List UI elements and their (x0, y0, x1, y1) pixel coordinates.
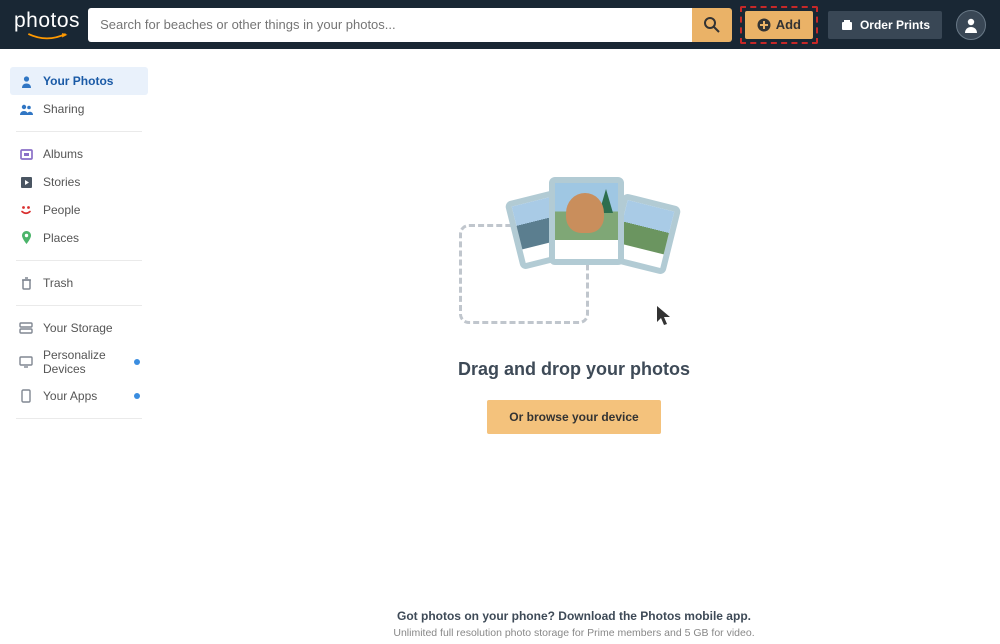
sidebar-item-label: Sharing (43, 102, 84, 116)
divider (16, 260, 142, 261)
browse-device-button[interactable]: Or browse your device (487, 400, 660, 434)
sidebar-item-people[interactable]: People (10, 196, 148, 224)
sidebar-item-label: Stories (43, 175, 80, 189)
search-bar (88, 8, 732, 42)
divider (16, 418, 142, 419)
sidebar-item-your-storage[interactable]: Your Storage (10, 314, 148, 342)
album-icon (18, 146, 34, 162)
sidebar-item-label: Personalize Devices (43, 348, 140, 376)
account-avatar[interactable] (956, 10, 986, 40)
app-header: photos Add Order Prints (0, 0, 1000, 49)
sample-photo-center (549, 177, 624, 265)
sidebar-item-label: People (43, 203, 80, 217)
footer-promo: Got photos on your phone? Download the P… (393, 609, 754, 639)
drop-title: Drag and drop your photos (458, 359, 690, 380)
pin-icon (18, 230, 34, 246)
sidebar-item-label: Your Photos (43, 74, 113, 88)
notification-dot (134, 359, 140, 365)
sidebar-item-your-photos[interactable]: Your Photos (10, 67, 148, 95)
divider (16, 305, 142, 306)
plus-circle-icon (757, 18, 771, 32)
sidebar-item-places[interactable]: Places (10, 224, 148, 252)
logo-text: photos (14, 9, 80, 33)
notification-dot (134, 393, 140, 399)
highlight-annotation: Add (740, 6, 818, 44)
face-icon (18, 202, 34, 218)
add-button-label: Add (776, 17, 801, 32)
sidebar-item-label: Your Storage (43, 321, 113, 335)
sidebar-item-label: Trash (43, 276, 73, 290)
trash-icon (18, 275, 34, 291)
sidebar-item-trash[interactable]: Trash (10, 269, 148, 297)
phone-icon (18, 388, 34, 404)
person-icon (962, 16, 980, 34)
desktop-icon (18, 354, 34, 370)
footer-subtitle: Unlimited full resolution photo storage … (393, 627, 754, 639)
drop-illustration (454, 169, 694, 339)
prints-icon (840, 18, 854, 32)
sidebar-item-your-apps[interactable]: Your Apps (10, 382, 148, 410)
app-logo[interactable]: photos (14, 9, 80, 41)
sidebar-item-stories[interactable]: Stories (10, 168, 148, 196)
search-icon (703, 16, 721, 34)
search-button[interactable] (692, 8, 732, 42)
order-prints-button[interactable]: Order Prints (828, 11, 942, 39)
footer-title: Got photos on your phone? Download the P… (393, 609, 754, 623)
divider (16, 131, 142, 132)
order-prints-label: Order Prints (860, 18, 930, 32)
storage-icon (18, 320, 34, 336)
sidebar-item-label: Albums (43, 147, 83, 161)
sidebar-item-personalize-devices[interactable]: Personalize Devices (10, 342, 148, 382)
cursor-icon (656, 305, 674, 327)
sidebar-item-sharing[interactable]: Sharing (10, 95, 148, 123)
play-icon (18, 174, 34, 190)
sidebar-item-label: Your Apps (43, 389, 97, 403)
sidebar-item-albums[interactable]: Albums (10, 140, 148, 168)
add-button[interactable]: Add (745, 11, 813, 39)
smile-icon (24, 33, 70, 41)
sidebar-item-label: Places (43, 231, 79, 245)
people-icon (18, 101, 34, 117)
main-content: Drag and drop your photos Or browse your… (148, 49, 1000, 639)
search-input[interactable] (88, 8, 692, 42)
person-icon (18, 73, 34, 89)
sidebar: Your Photos Sharing Albums Stories Peopl… (0, 49, 148, 639)
